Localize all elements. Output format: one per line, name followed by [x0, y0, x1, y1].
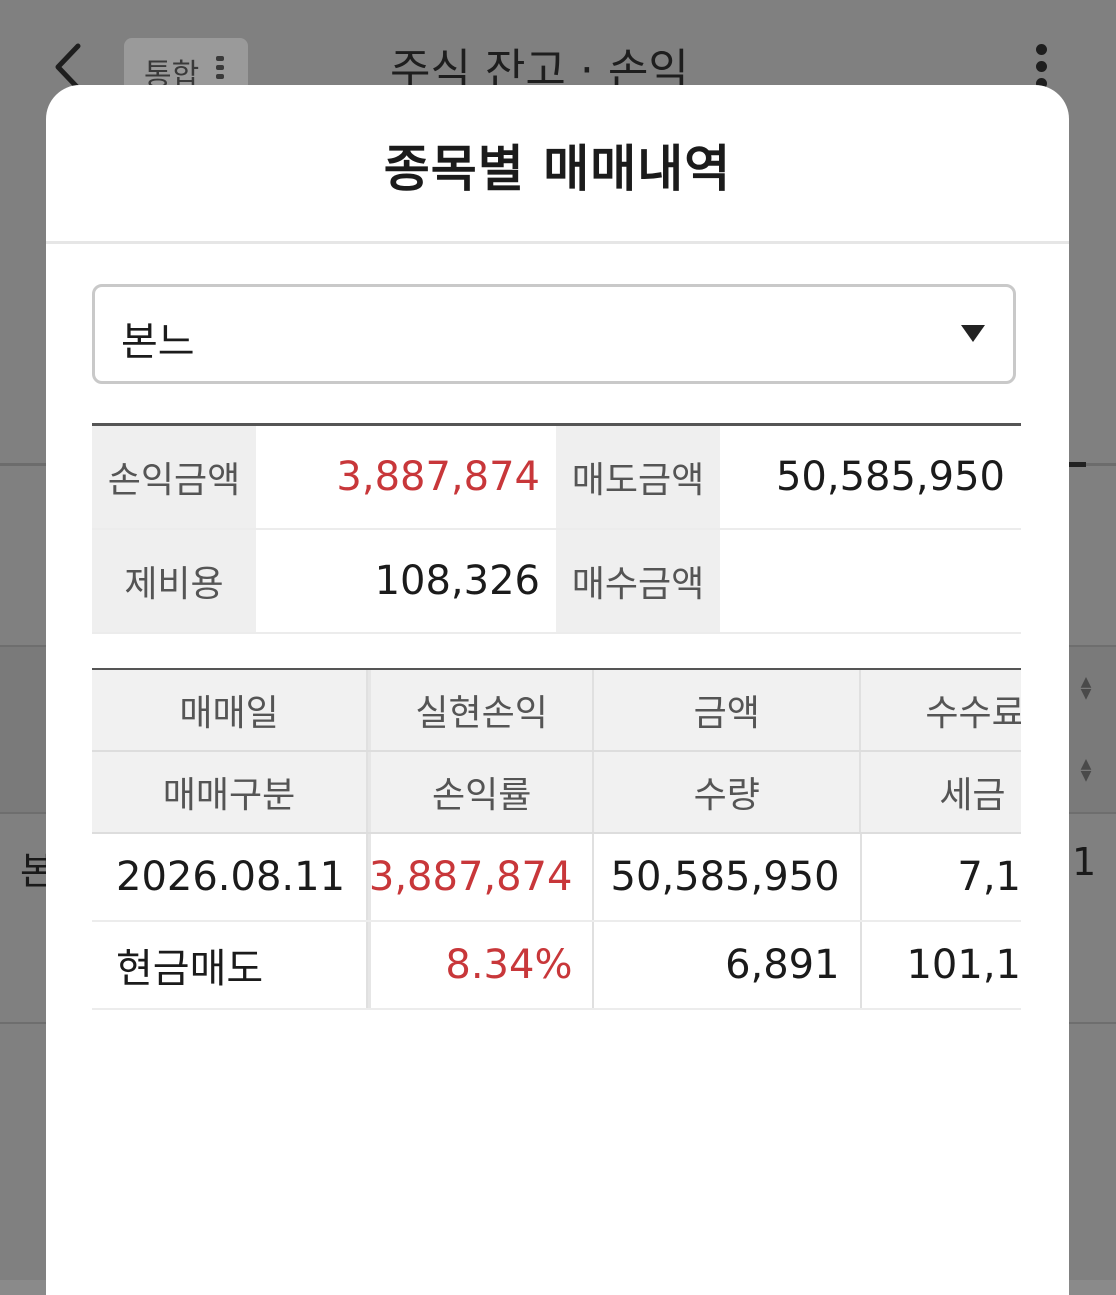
sheet-header-divider [46, 241, 1069, 244]
background-value-fragment: 1 [1072, 840, 1097, 884]
sell-amount-label: 매도금액 [556, 426, 720, 528]
header-tax: 세금 [939, 775, 1006, 816]
header-quantity: 수량 [594, 752, 862, 832]
buy-amount-value [720, 530, 1021, 632]
trade-date: 2026.08.11 [92, 834, 369, 920]
sell-amount-value: 50,585,950 [775, 454, 1005, 500]
fees-value: 108,326 [374, 558, 540, 604]
amount: 50,585,950 [594, 834, 862, 920]
header-commission: 수수료 [925, 693, 1021, 734]
pnl-label: 손익금액 [92, 426, 256, 528]
header-trade-date: 매매일 [92, 670, 369, 750]
sort-icon[interactable]: ▲ ▼ [1078, 757, 1094, 783]
quantity: 6,891 [594, 922, 862, 1008]
buy-amount-label: 매수금액 [556, 530, 720, 632]
stock-select[interactable]: 본느 [92, 284, 1016, 384]
pnl-value: 3,887,874 [336, 454, 540, 500]
stock-select-value: 본느 [121, 319, 195, 365]
sort-handle-icon [216, 56, 226, 83]
sheet-title: 종목별 매매내역 [383, 140, 732, 198]
divider-mark [1068, 462, 1086, 467]
fees-label: 제비용 [92, 530, 256, 632]
header-amount: 금액 [594, 670, 862, 750]
tax: 101,1 [906, 942, 1021, 988]
table-header-row: 매매일 실현손익 금액 수수료 [92, 670, 1021, 752]
realized-pnl: 3,887,874 [368, 834, 595, 920]
sort-icon[interactable]: ▲ ▼ [1078, 675, 1094, 701]
table-row[interactable]: 현금매도 8.34% 6,891 101,1 [92, 922, 1021, 1010]
header-trade-type: 매매구분 [92, 752, 369, 832]
summary-row: 제비용 108,326 매수금액 [92, 530, 1021, 634]
summary-grid: 손익금액 3,887,874 매도금액 50,585,950 제비용 108,3… [92, 423, 1021, 634]
commission: 7,1 [957, 854, 1021, 900]
caret-down-icon [961, 325, 985, 342]
header-return-rate: 손익률 [368, 752, 595, 832]
trade-history-sheet: 종목별 매매내역 본느 손익금액 3,887,874 매도금액 50,585,9… [46, 85, 1069, 1295]
return-rate: 8.34% [368, 922, 595, 1008]
trade-table[interactable]: 매매일 실현손익 금액 수수료 매매구분 손익률 수량 세금 2026.08.1… [92, 668, 1021, 1010]
table-row[interactable]: 2026.08.11 3,887,874 50,585,950 7,1 [92, 834, 1021, 922]
summary-row: 손익금액 3,887,874 매도금액 50,585,950 [92, 426, 1021, 530]
table-header-row: 매매구분 손익률 수량 세금 [92, 752, 1021, 834]
trade-type: 현금매도 [92, 922, 369, 1008]
header-realized-pnl: 실현손익 [368, 670, 595, 750]
